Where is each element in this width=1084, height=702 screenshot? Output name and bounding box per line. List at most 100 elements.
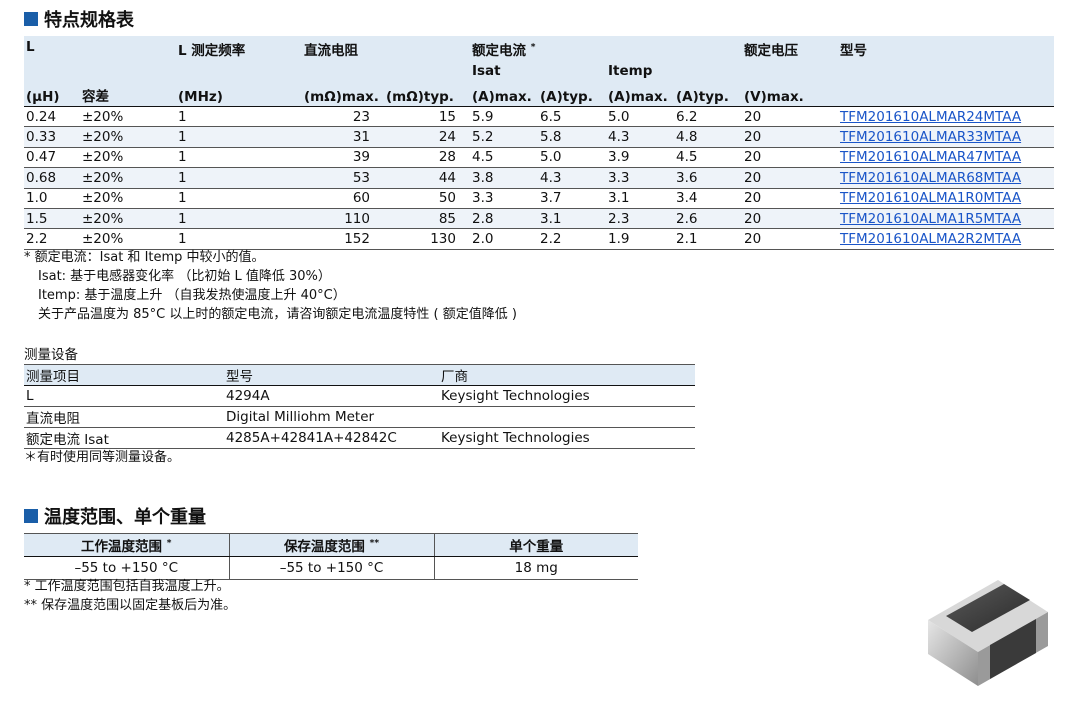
header-rated-current: 额定电流 *: [472, 42, 536, 60]
cell-L: 0.33: [26, 129, 57, 146]
cell-isat-max: 2.0: [472, 231, 494, 248]
part-number-link[interactable]: TFM201610ALMA1R0MTAA: [840, 190, 1021, 206]
header-mohm-max: (mΩ)max.: [304, 89, 379, 105]
header-itemp-max: (A)max.: [608, 89, 668, 105]
cell-freq: 1: [178, 169, 187, 186]
table-row: 额定电流 Isat 4285A+42841A+42842C Keysight T…: [24, 427, 695, 449]
table-row: 0.68 ±20% 1 53 44 3.8 4.3 3.3 3.6 20 TFM20161…: [24, 167, 1054, 189]
table-row: 1.5 ±20% 1 110 85 2.8 3.1 2.3 2.6 20 TFM20161…: [24, 208, 1054, 229]
header-isat: Isat: [472, 63, 501, 79]
cell-isat-typ: 2.2: [540, 231, 562, 248]
cell-isat-typ: 3.7: [540, 190, 562, 207]
header-v-max: (V)max.: [744, 89, 804, 105]
cell-dcr-max: 39: [352, 149, 370, 166]
cell-L: 1.0: [26, 190, 48, 207]
equipment-header-row: 测量项目 型号 厂商: [24, 364, 695, 386]
cell-tol: ±20%: [82, 108, 124, 125]
cell-L: 1.5: [26, 210, 48, 227]
header-uH: (μH): [26, 89, 60, 105]
header-mhz: (MHz): [178, 89, 223, 105]
cell-dcr-typ: 28: [438, 149, 456, 166]
cell-freq: 1: [178, 210, 187, 227]
header-tolerance: 容差: [82, 89, 109, 105]
section-title-temperature: 温度范围、单个重量: [24, 503, 206, 529]
table-row: 0.24 ±20% 1 23 15 5.9 6.5 5.0 6.2 20 TFM20161…: [24, 107, 1054, 127]
cell-itemp-max: 4.3: [608, 129, 630, 146]
cell-dcr-max: 23: [352, 108, 370, 125]
table-row: 0.33 ±20% 1 31 24 5.2 5.8 4.3 4.8 20 TFM20161…: [24, 126, 1054, 148]
cell-L: 0.47: [26, 149, 57, 166]
section-square-icon: [24, 509, 38, 523]
cell-voltage: 20: [744, 129, 762, 146]
note-line: Isat: 基于电感器变化率 （比初始 L 值降低 30%）: [38, 269, 331, 284]
equipment-caption: 测量设备: [24, 347, 78, 363]
header-operating-temp: 工作温度范围 *: [24, 533, 230, 557]
part-number-link[interactable]: TFM201610ALMAR33MTAA: [840, 129, 1021, 145]
cell-vendor: Keysight Technologies: [439, 427, 695, 449]
part-number-link[interactable]: TFM201610ALMAR68MTAA: [840, 170, 1021, 186]
cell-itemp-max: 3.9: [608, 149, 630, 166]
part-number-link[interactable]: TFM201610ALMAR24MTAA: [840, 109, 1021, 125]
cell-item: 额定电流 Isat: [24, 427, 224, 449]
table-row: 直流电阻 Digital Milliohm Meter: [24, 406, 695, 428]
part-number-link[interactable]: TFM201610ALMAR47MTAA: [840, 149, 1021, 165]
cell-dcr-typ: 85: [438, 210, 456, 227]
cell-dcr-typ: 24: [438, 129, 456, 146]
cell-freq: 1: [178, 129, 187, 146]
temperature-notes: * 工作温度范围包括自我温度上升。 ** 保存温度范围以固定基板后为准。: [24, 577, 236, 615]
chip-inductor-image: [928, 580, 1048, 686]
header-itemp: Itemp: [608, 63, 653, 79]
cell-itemp-max: 3.1: [608, 190, 630, 207]
note-line: Itemp: 基于温度上升 （自我发热使温度上升 40°C）: [38, 288, 346, 303]
section-title-text: 温度范围、单个重量: [44, 507, 206, 528]
header-dcr: 直流电阻: [304, 43, 358, 59]
cell-dcr-max: 31: [352, 129, 370, 146]
cell-isat-typ: 5.8: [540, 129, 562, 146]
spec-notes: * 额定电流：Isat 和 Itemp 中较小的值。 Isat: 基于电感器变化…: [24, 248, 517, 324]
section-title-specs: 特点规格表: [24, 6, 134, 32]
table-row: 0.47 ±20% 1 39 28 4.5 5.0 3.9 4.5 20 TFM20161…: [24, 147, 1054, 168]
cell-tol: ±20%: [82, 129, 124, 146]
cell-isat-max: 3.3: [472, 190, 494, 207]
header-model: 型号: [224, 364, 439, 386]
header-model: 型号: [840, 43, 867, 59]
cell-voltage: 20: [744, 149, 762, 166]
cell-itemp-typ: 2.6: [676, 210, 698, 227]
spec-table: L L 测定频率 直流电阻 额定电流 * 额定电压 型号 Isat Itemp …: [24, 36, 1054, 250]
temperature-table: 工作温度范围 * 保存温度范围 ** 单个重量 –55 to +150 °C –…: [24, 533, 638, 580]
part-number-link[interactable]: TFM201610ALMA2R2MTAA: [840, 231, 1021, 247]
cell-freq: 1: [178, 149, 187, 166]
cell-itemp-max: 2.3: [608, 210, 630, 227]
header-mohm-typ: (mΩ)typ.: [386, 89, 454, 105]
cell-model: 4294A: [224, 385, 439, 407]
cell-itemp-typ: 4.5: [676, 149, 698, 166]
cell-isat-typ: 5.0: [540, 149, 562, 166]
cell-dcr-typ: 50: [438, 190, 456, 207]
part-number-link[interactable]: TFM201610ALMA1R5MTAA: [840, 211, 1021, 227]
table-row: L 4294A Keysight Technologies: [24, 385, 695, 407]
cell-isat-typ: 6.5: [540, 108, 562, 125]
note-line: * 工作温度范围包括自我温度上升。: [24, 579, 230, 594]
cell-tol: ±20%: [82, 149, 124, 166]
spec-header-row-2: Isat Itemp: [24, 63, 1054, 83]
header-isat-max: (A)max.: [472, 89, 532, 105]
cell-isat-max: 2.8: [472, 210, 494, 227]
cell-item: 直流电阻: [24, 406, 224, 428]
cell-itemp-typ: 6.2: [676, 108, 698, 125]
cell-tol: ±20%: [82, 210, 124, 227]
cell-isat-typ: 4.3: [540, 169, 562, 186]
cell-voltage: 20: [744, 169, 762, 186]
table-row: 2.2 ±20% 1 152 130 2.0 2.2 1.9 2.1 20 TFM2016…: [24, 229, 1054, 250]
header-item: 测量项目: [24, 364, 224, 386]
cell-isat-max: 5.2: [472, 129, 494, 146]
equipment-table: 测量项目 型号 厂商 L 4294A Keysight Technologies…: [24, 364, 695, 449]
cell-isat-max: 3.8: [472, 169, 494, 186]
cell-itemp-typ: 3.4: [676, 190, 698, 207]
cell-voltage: 20: [744, 231, 762, 248]
cell-vendor: [439, 406, 695, 428]
header-rated-voltage: 额定电压: [744, 43, 798, 59]
cell-freq: 1: [178, 190, 187, 207]
header-L: L: [26, 39, 35, 55]
cell-isat-typ: 3.1: [540, 210, 562, 227]
temperature-header-row: 工作温度范围 * 保存温度范围 ** 单个重量: [24, 533, 638, 557]
